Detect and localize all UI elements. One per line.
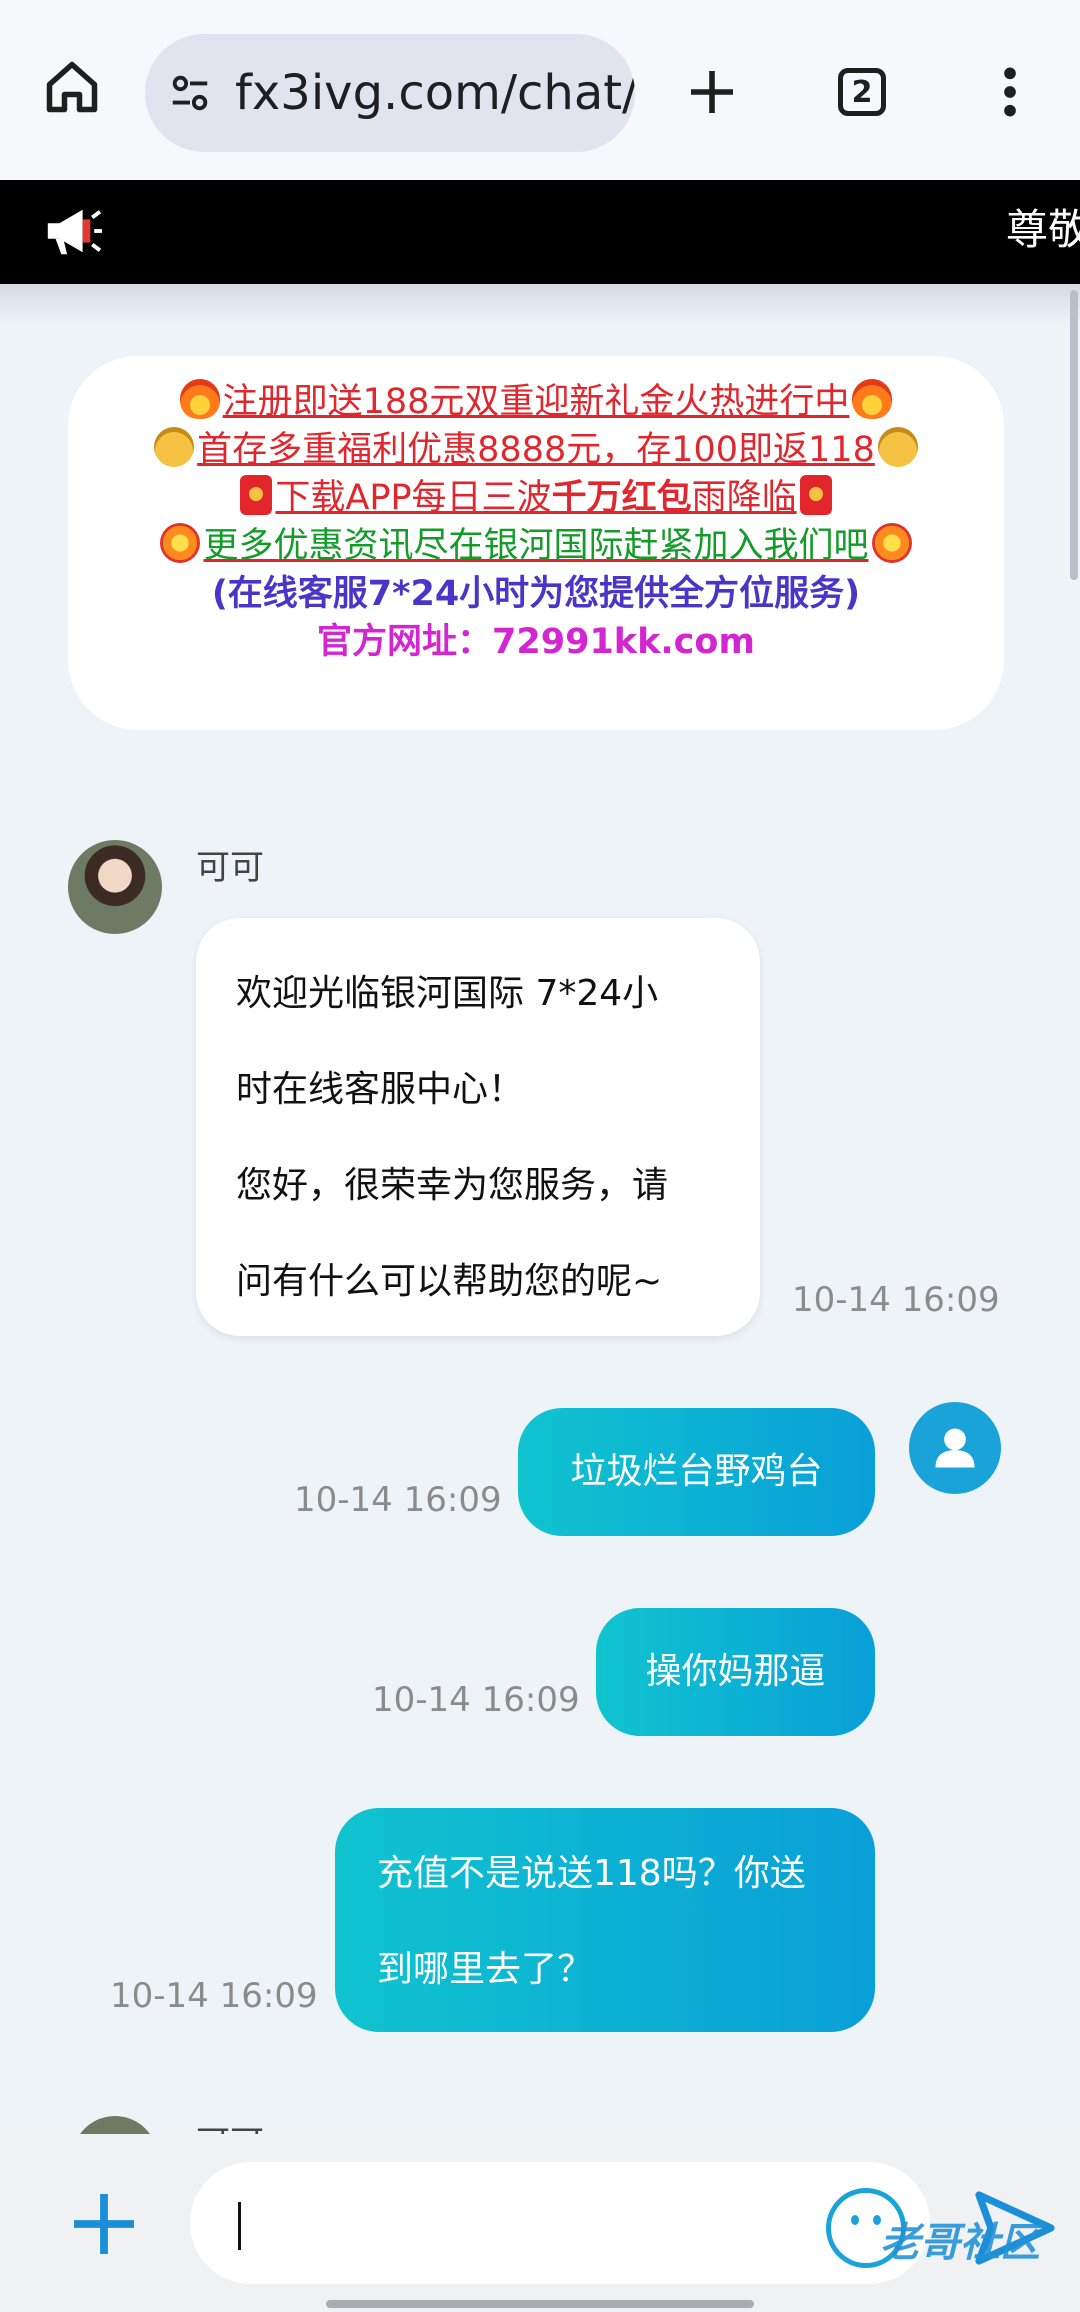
promo-service-line: (在线客服7*24小时为您提供全方位服务): [211, 574, 861, 614]
explosion-icon: [871, 523, 912, 563]
promo-line[interactable]: 注册即送188元双重迎新礼金火热进行中: [68, 378, 1004, 426]
message-input[interactable]: [190, 2162, 930, 2284]
home-indicator[interactable]: [326, 2300, 754, 2308]
new-tab-icon[interactable]: [680, 60, 744, 124]
fire-icon: [852, 379, 893, 419]
announcement-bar: 尊敬: [0, 180, 1080, 284]
user-avatar[interactable]: [909, 1402, 1001, 1494]
message-line: 到哪里去了？: [377, 1949, 594, 1990]
text-caret: [238, 2202, 241, 2250]
red-envelope-icon: [240, 475, 273, 515]
message-line: 问有什么可以帮助您的呢~: [236, 1261, 663, 1302]
site-settings-icon[interactable]: [167, 68, 213, 118]
money-bag-icon: [154, 427, 195, 467]
watermark-logo: 老哥社区: [880, 2220, 1040, 2266]
message-timestamp: 10-14 16:09: [792, 1280, 1000, 1320]
red-envelope-icon: [799, 475, 832, 515]
promo-line[interactable]: 下载APP每日三波千万红包雨降临: [68, 474, 1004, 522]
user-message-bubble[interactable]: 垃圾烂台野鸡台: [518, 1408, 875, 1536]
money-bag-icon: [877, 427, 918, 467]
tab-count: 2: [838, 68, 886, 116]
address-bar[interactable]: fx3ivg.com/chat/: [145, 34, 635, 152]
fire-icon: [179, 379, 220, 419]
agent-avatar[interactable]: [68, 840, 162, 934]
home-icon[interactable]: [40, 55, 104, 119]
explosion-icon: [160, 523, 201, 563]
promo-card: 注册即送188元双重迎新礼金火热进行中 首存多重福利优惠8888元，存100即返…: [68, 356, 1004, 730]
header-shadow: [0, 284, 1080, 324]
browser-toolbar: fx3ivg.com/chat/ 2: [0, 0, 1080, 180]
tab-switcher-button[interactable]: 2: [830, 60, 894, 124]
message-line: 时在线客服中心！: [236, 1069, 525, 1110]
promo-website-link[interactable]: 官方网址：72991kk.com: [68, 618, 1004, 666]
message-timestamp: 10-14 16:09: [294, 1480, 502, 1520]
megaphone-icon: [40, 202, 102, 260]
announcement-text: 尊敬: [1006, 205, 1080, 254]
message-timestamp: 10-14 16:09: [110, 1976, 318, 2016]
user-message-bubble[interactable]: 充值不是说送118吗？你送 到哪里去了？: [335, 1808, 875, 2032]
url-text[interactable]: fx3ivg.com/chat/: [235, 65, 635, 121]
scrollbar[interactable]: [1070, 290, 1078, 580]
message-line: 您好，很荣幸为您服务，请: [236, 1165, 669, 1206]
message-line: 欢迎光临银河国际 7*24小: [236, 973, 659, 1014]
user-message-bubble[interactable]: 操你妈那逼: [596, 1608, 875, 1736]
message-timestamp: 10-14 16:09: [372, 1680, 580, 1720]
agent-message-bubble[interactable]: 欢迎光临银河国际 7*24小 时在线客服中心！ 您好，很荣幸为您服务，请 问有什…: [196, 918, 760, 1336]
message-line: 充值不是说送118吗？你送: [377, 1853, 806, 1894]
promo-line[interactable]: 更多优惠资讯尽在银河国际赶紧加入我们吧: [68, 522, 1004, 570]
add-attachment-icon[interactable]: [68, 2188, 140, 2260]
more-menu-icon[interactable]: [980, 60, 1040, 124]
user-icon: [935, 1428, 975, 1468]
promo-line[interactable]: 首存多重福利优惠8888元，存100即返118: [68, 426, 1004, 474]
agent-name: 可可: [196, 848, 264, 888]
